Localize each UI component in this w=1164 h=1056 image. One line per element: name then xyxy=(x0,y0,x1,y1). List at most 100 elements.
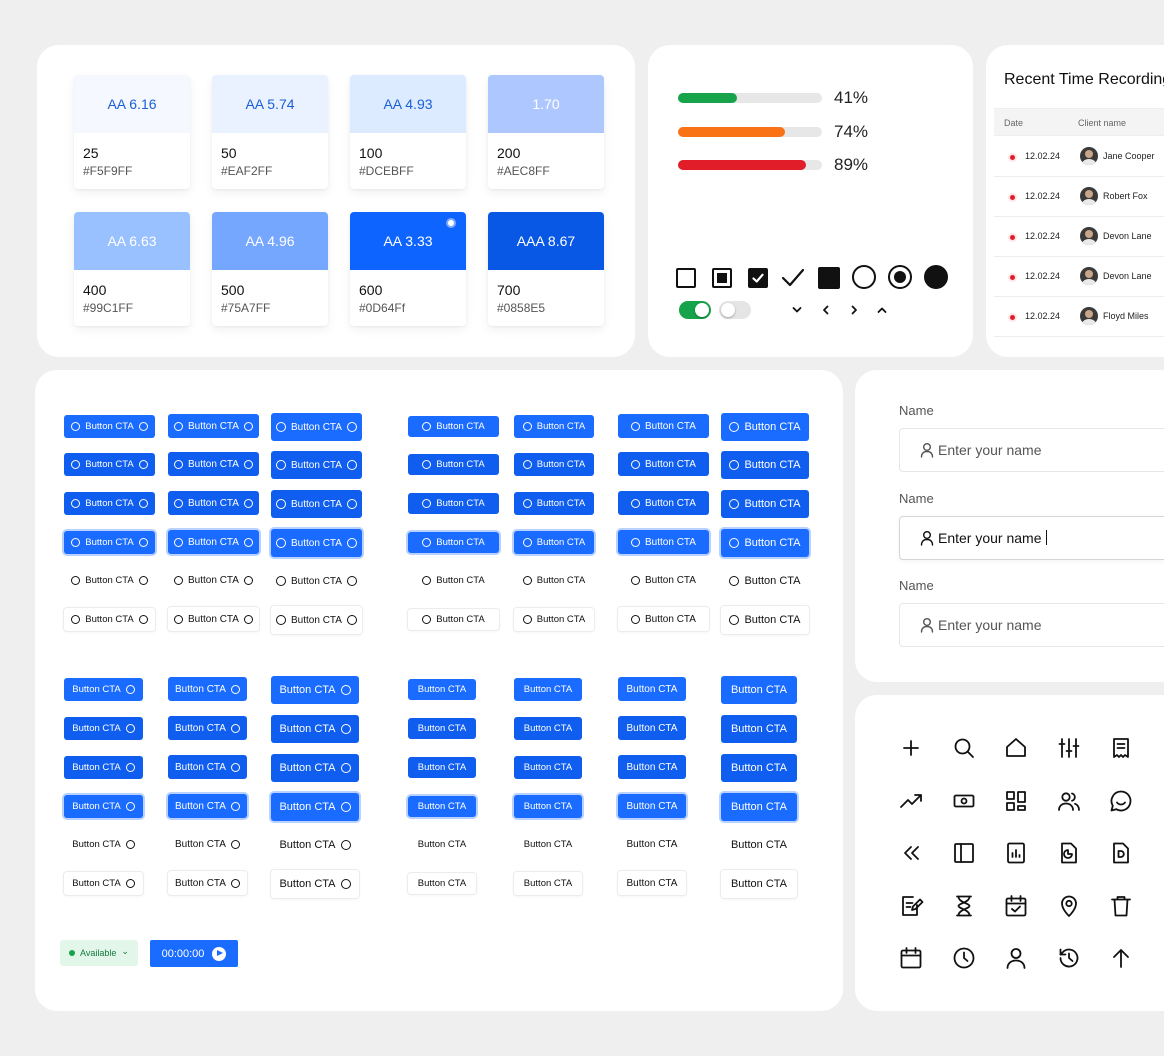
color-swatch-700[interactable]: AAA 8.67 700 #0858E5 xyxy=(488,212,604,326)
button-cta[interactable]: Button CTA xyxy=(64,871,143,895)
button-cta[interactable]: Button CTA xyxy=(408,756,476,778)
user-icon[interactable] xyxy=(1003,945,1029,971)
button-cta[interactable]: Button CTA xyxy=(64,452,155,476)
map-pin-icon[interactable] xyxy=(1056,893,1082,919)
button-cta[interactable]: Button CTA xyxy=(64,414,155,438)
hourglass-icon[interactable] xyxy=(951,893,977,919)
color-swatch-50[interactable]: AA 5.74 50 #EAF2FF xyxy=(212,75,328,189)
toggle-off[interactable] xyxy=(719,301,751,319)
table-row[interactable]: 12.02.24 Floyd Miles xyxy=(994,297,1164,337)
button-cta[interactable]: Button CTA xyxy=(721,676,797,704)
button-cta[interactable]: Button CTA xyxy=(514,530,594,554)
name-input[interactable]: Enter your name xyxy=(899,515,1164,560)
color-swatch-500[interactable]: AA 4.96 500 #75A7FF xyxy=(212,212,328,326)
search-icon[interactable] xyxy=(951,735,977,761)
button-cta[interactable]: Button CTA xyxy=(271,490,362,518)
chevron-down-icon[interactable] xyxy=(792,303,802,318)
button-cta[interactable]: Button CTA xyxy=(271,529,362,557)
button-cta[interactable]: Button CTA xyxy=(408,570,499,591)
table-row[interactable]: 12.02.24 Devon Lane xyxy=(994,217,1164,257)
button-cta[interactable]: Button CTA xyxy=(514,414,594,438)
button-cta[interactable]: Button CTA xyxy=(168,491,259,515)
button-cta[interactable]: Button CTA xyxy=(618,491,709,515)
button-cta[interactable]: Button CTA xyxy=(64,794,143,818)
button-cta[interactable]: Button CTA xyxy=(514,677,582,701)
history-icon[interactable] xyxy=(1056,945,1082,971)
button-cta[interactable]: Button CTA xyxy=(408,872,476,894)
table-row[interactable]: 12.02.24 Jane Cooper xyxy=(994,137,1164,177)
button-cta[interactable]: Button CTA xyxy=(271,606,362,634)
button-cta[interactable]: Button CTA xyxy=(721,870,797,898)
button-cta[interactable]: Button CTA xyxy=(168,832,247,856)
button-cta[interactable]: Button CTA xyxy=(168,871,247,895)
button-cta[interactable]: Button CTA xyxy=(618,568,709,592)
button-cta[interactable]: Button CTA xyxy=(514,794,582,818)
chevron-up-icon[interactable] xyxy=(877,303,887,318)
color-swatch-200[interactable]: 1.70 200 #AEC8FF xyxy=(488,75,604,189)
button-cta[interactable]: Button CTA xyxy=(168,794,247,818)
plus-icon[interactable] xyxy=(898,735,924,761)
button-cta[interactable]: Button CTA xyxy=(618,755,686,779)
button-cta[interactable]: Button CTA xyxy=(271,793,359,821)
button-cta[interactable]: Button CTA xyxy=(721,529,809,557)
button-cta[interactable]: Button CTA xyxy=(271,870,359,898)
receipt-icon[interactable] xyxy=(1108,735,1134,761)
button-cta[interactable]: Button CTA xyxy=(271,451,362,479)
button-cta[interactable]: Button CTA xyxy=(168,414,259,438)
arrow-up-icon[interactable] xyxy=(1108,945,1134,971)
button-cta[interactable]: Button CTA xyxy=(618,871,686,895)
calendar-check-icon[interactable] xyxy=(1003,893,1029,919)
button-cta[interactable]: Button CTA xyxy=(408,531,499,553)
color-swatch-400[interactable]: AA 6.63 400 #99C1FF xyxy=(74,212,190,326)
button-cta[interactable]: Button CTA xyxy=(618,530,709,554)
button-cta[interactable]: Button CTA xyxy=(168,452,259,476)
button-cta[interactable]: Button CTA xyxy=(514,716,582,740)
button-cta[interactable]: Button CTA xyxy=(64,530,155,554)
calendar-icon[interactable] xyxy=(898,945,924,971)
color-swatch-25[interactable]: AA 6.16 25 #F5F9FF xyxy=(74,75,190,189)
button-cta[interactable]: Button CTA xyxy=(168,607,259,631)
button-cta[interactable]: Button CTA xyxy=(618,794,686,818)
name-input[interactable]: Enter your name xyxy=(899,603,1164,647)
button-cta[interactable]: Button CTA xyxy=(408,717,476,739)
button-cta[interactable]: Button CTA xyxy=(721,793,797,821)
toggle-on[interactable] xyxy=(679,301,711,319)
button-cta[interactable]: Button CTA xyxy=(271,715,359,743)
checkmark-icon[interactable] xyxy=(781,267,805,294)
report-icon[interactable] xyxy=(1003,840,1029,866)
button-cta[interactable]: Button CTA xyxy=(408,834,476,855)
chevron-left-icon[interactable] xyxy=(821,303,831,318)
sidebar-icon[interactable] xyxy=(951,840,977,866)
checkbox-filled[interactable] xyxy=(818,267,840,289)
button-cta[interactable]: Button CTA xyxy=(64,755,143,779)
radio-filled[interactable] xyxy=(924,265,948,289)
button-cta[interactable]: Button CTA xyxy=(271,567,362,595)
timer-button[interactable]: 00:00:00 xyxy=(150,940,238,967)
button-cta[interactable]: Button CTA xyxy=(618,452,709,476)
button-cta[interactable]: Button CTA xyxy=(618,716,686,740)
button-cta[interactable]: Button CTA xyxy=(271,676,359,704)
users-icon[interactable] xyxy=(1056,788,1082,814)
chevron-right-icon[interactable] xyxy=(849,303,859,318)
button-cta[interactable]: Button CTA xyxy=(408,608,499,630)
button-cta[interactable]: Button CTA xyxy=(721,490,809,518)
color-swatch-100[interactable]: AA 4.93 100 #DCEBFF xyxy=(350,75,466,189)
button-cta[interactable]: Button CTA xyxy=(514,833,582,856)
checkbox-empty[interactable] xyxy=(676,268,696,288)
button-cta[interactable]: Button CTA xyxy=(721,451,809,479)
home-icon[interactable] xyxy=(1003,735,1029,761)
button-cta[interactable]: Button CTA xyxy=(168,755,247,779)
checkbox-checked[interactable] xyxy=(748,268,768,288)
button-cta[interactable]: Button CTA xyxy=(408,415,499,437)
button-cta[interactable]: Button CTA xyxy=(271,831,359,859)
edit-note-icon[interactable] xyxy=(898,893,924,919)
button-cta[interactable]: Button CTA xyxy=(408,453,499,475)
button-cta[interactable]: Button CTA xyxy=(514,491,594,515)
button-cta[interactable]: Button CTA xyxy=(168,677,247,701)
button-cta[interactable]: Button CTA xyxy=(408,492,499,514)
trash-icon[interactable] xyxy=(1108,893,1134,919)
button-cta[interactable]: Button CTA xyxy=(271,754,359,782)
button-cta[interactable]: Button CTA xyxy=(721,715,797,743)
button-cta[interactable]: Button CTA xyxy=(721,831,797,859)
dashboard-icon[interactable] xyxy=(1003,788,1029,814)
